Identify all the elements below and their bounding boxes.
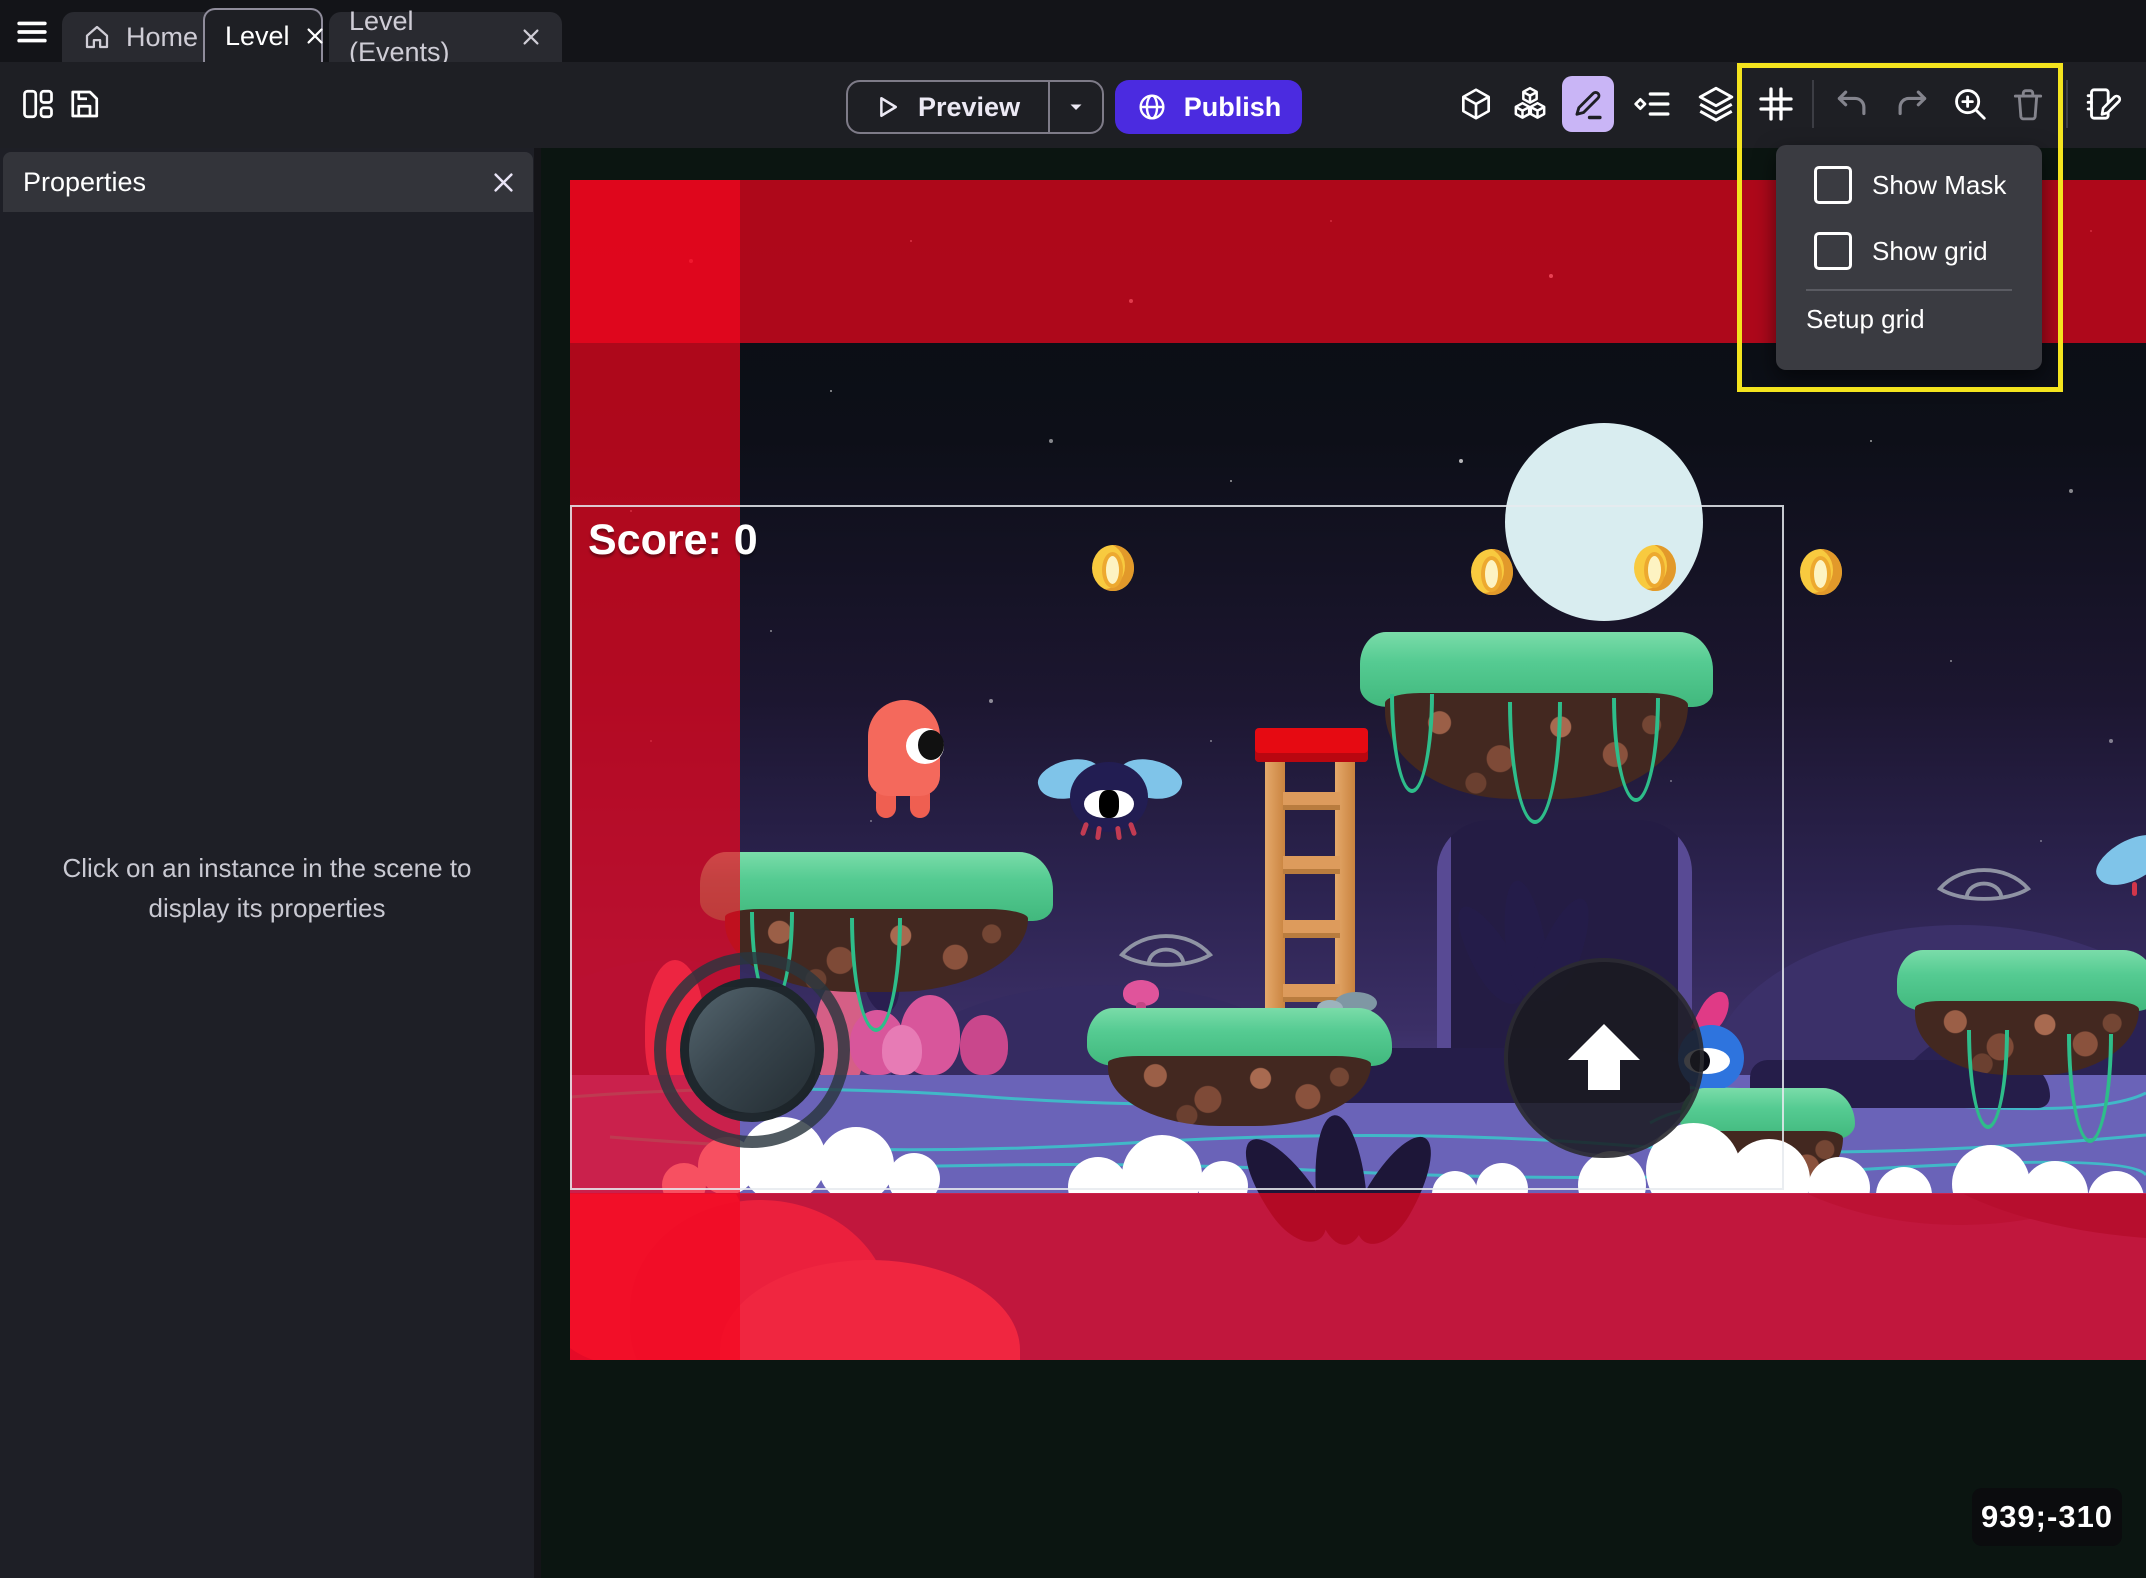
- grid-options-icon: [1756, 84, 1796, 124]
- properties-panel-header: Properties: [3, 152, 533, 212]
- layers-icon: [1695, 83, 1737, 125]
- objects-panel-button[interactable]: [1504, 76, 1556, 132]
- chevron-down-icon: [1064, 95, 1088, 119]
- toolbar-divider: [2066, 80, 2068, 128]
- grid-options-button[interactable]: [1750, 76, 1802, 132]
- home-icon: [82, 22, 112, 52]
- tab-label: Level: [225, 21, 290, 52]
- undo-button[interactable]: [1826, 76, 1878, 132]
- close-tab-button[interactable]: [304, 25, 326, 47]
- edit-tool-button[interactable]: [1562, 76, 1614, 132]
- open-panels-button[interactable]: [12, 76, 64, 132]
- save-icon: [66, 86, 102, 122]
- undo-icon: [1833, 85, 1871, 123]
- add-object-button[interactable]: [1450, 76, 1502, 132]
- tab-bar: Home Level Level (Events): [0, 0, 2146, 62]
- main-menu-button[interactable]: [12, 14, 52, 50]
- trash-icon: [2009, 85, 2047, 123]
- preview-options-button[interactable]: [1050, 95, 1102, 119]
- eye-outline-decoration: [1936, 858, 2032, 910]
- show-mask-checkbox[interactable]: [1814, 166, 1852, 204]
- tab-label: Home: [126, 22, 198, 53]
- tab-label: Level (Events): [349, 6, 506, 68]
- close-icon: [304, 25, 326, 47]
- zoom-in-icon: [1951, 85, 1989, 123]
- menu-item-label: Show Mask: [1872, 170, 2006, 201]
- save-button[interactable]: [58, 76, 110, 132]
- cursor-coordinates-badge: 939;-310: [1972, 1488, 2122, 1546]
- jump-button-object[interactable]: [1504, 958, 1704, 1158]
- bat-leg: [2132, 882, 2137, 896]
- gdevelop-editor-window: Home Level Level (Events): [0, 0, 2146, 1578]
- publish-button[interactable]: Publish: [1115, 80, 1302, 134]
- joystick-knob[interactable]: [680, 978, 824, 1122]
- properties-empty-message: Click on an instance in the scene to dis…: [26, 848, 508, 929]
- redo-button[interactable]: [1886, 76, 1938, 132]
- toolbar-divider: [1812, 80, 1814, 128]
- wall-object-bottom[interactable]: [570, 1193, 2146, 1360]
- delete-button[interactable]: [2002, 76, 2054, 132]
- properties-panel: Properties Click on an instance in the s…: [0, 148, 534, 1578]
- coin-object[interactable]: [1800, 549, 1842, 595]
- instances-list-button[interactable]: [1626, 76, 1678, 132]
- publish-label: Publish: [1184, 92, 1282, 123]
- tab-level[interactable]: Level: [203, 8, 323, 62]
- close-tab-button[interactable]: [520, 26, 542, 48]
- menu-item-setup-grid[interactable]: Setup grid: [1776, 291, 2042, 335]
- instances-list-icon: [1632, 84, 1672, 124]
- menu-item-label: Show grid: [1872, 236, 1988, 267]
- objects-icon: [1510, 84, 1550, 124]
- close-icon: [490, 169, 517, 196]
- toolbar: Preview Publish: [0, 62, 2146, 148]
- close-properties-button[interactable]: [490, 169, 517, 196]
- edit-events-button[interactable]: [2078, 76, 2130, 132]
- tab-level-events[interactable]: Level (Events): [329, 12, 562, 62]
- preview-button[interactable]: Preview: [846, 80, 1104, 134]
- 3d-box-icon: [1457, 85, 1495, 123]
- properties-panel-title: Properties: [23, 167, 146, 198]
- arrow-up-icon: [1556, 1010, 1652, 1106]
- bat-wing: [2089, 823, 2146, 897]
- platform-object[interactable]: [1897, 950, 2146, 1078]
- layout-panels-icon: [20, 86, 56, 122]
- hamburger-icon: [14, 17, 50, 47]
- menu-item-show-mask[interactable]: Show Mask: [1776, 159, 2042, 211]
- play-icon: [848, 92, 902, 122]
- menu-item-show-grid[interactable]: Show grid: [1776, 225, 2042, 277]
- layers-panel-button[interactable]: [1690, 76, 1742, 132]
- close-icon: [520, 26, 542, 48]
- score-text-object[interactable]: Score: 0: [588, 516, 758, 565]
- edit-tool-icon: [1569, 85, 1607, 123]
- show-grid-checkbox[interactable]: [1814, 232, 1852, 270]
- zoom-in-button[interactable]: [1944, 76, 1996, 132]
- edit-events-icon: [2084, 84, 2124, 124]
- grid-options-menu: Show Mask Show grid Setup grid: [1776, 145, 2042, 370]
- redo-icon: [1893, 85, 1931, 123]
- globe-icon: [1136, 91, 1168, 123]
- preview-label: Preview: [902, 92, 1048, 123]
